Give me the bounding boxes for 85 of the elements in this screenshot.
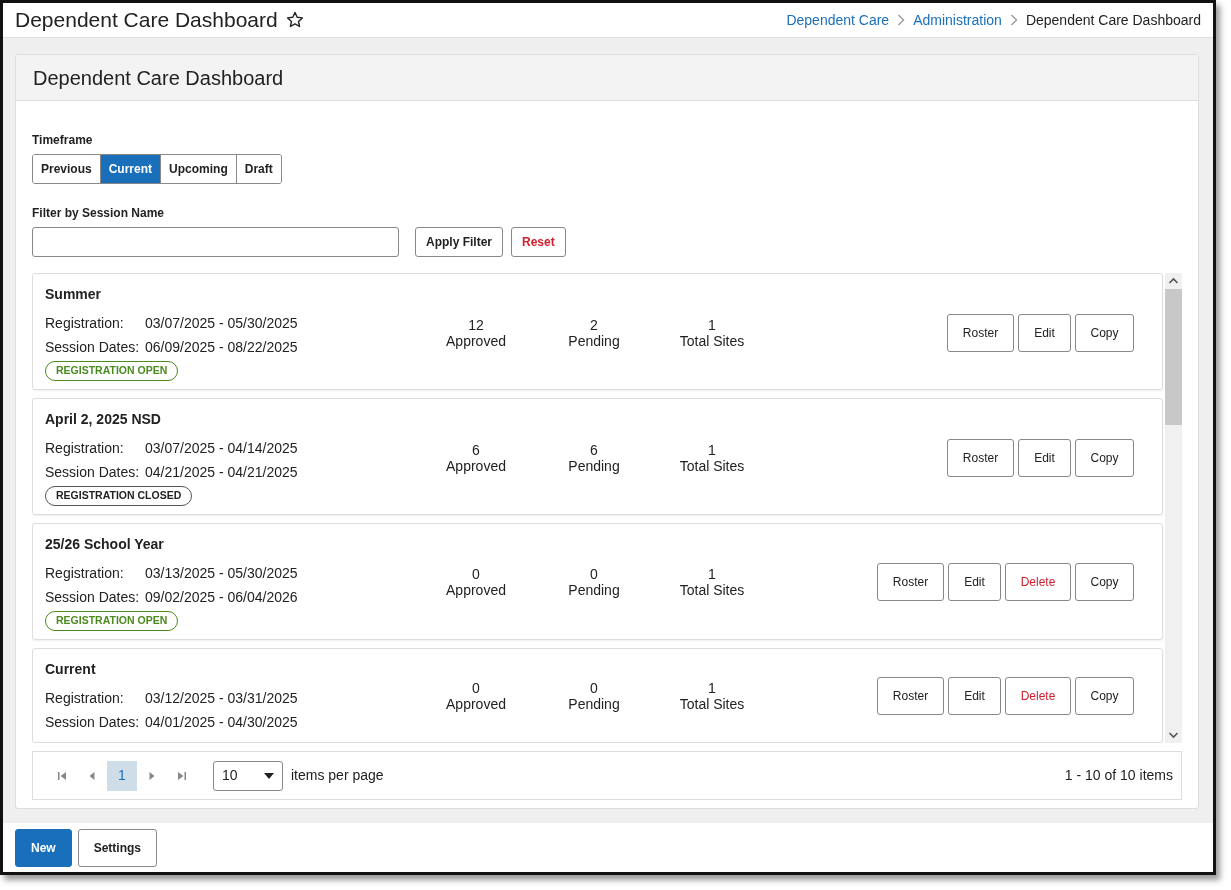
session-dates-label: Session Dates:: [45, 463, 141, 483]
action-button[interactable]: Edit: [1018, 438, 1071, 477]
registration-label: Registration:: [45, 563, 125, 583]
session-name: Current: [45, 659, 97, 679]
registration-label: Registration:: [45, 439, 125, 459]
stat-label: Approved: [445, 457, 507, 474]
footer-button[interactable]: Settings: [77, 828, 158, 867]
stat-value: 6: [471, 441, 481, 458]
action-button[interactable]: Copy: [1075, 677, 1134, 716]
session-name: April 2, 2025 NSD: [45, 410, 162, 430]
stat-value: 0: [471, 566, 481, 583]
stat-label: Approved: [445, 582, 507, 599]
chevron-icon: [897, 14, 906, 27]
stat-value: 6: [589, 441, 599, 458]
chevron-icon: [1009, 14, 1018, 27]
action-button[interactable]: Delete: [1005, 677, 1071, 716]
footer-button[interactable]: New: [15, 828, 72, 867]
action-button[interactable]: Edit: [948, 677, 1001, 716]
action-button[interactable]: Roster: [877, 563, 944, 602]
stat-value: 1: [707, 316, 717, 333]
stat-label: Total Sites: [678, 582, 746, 599]
session-dates: 04/21/2025 - 04/21/2025: [145, 463, 298, 483]
session-dates-label: Session Dates:: [45, 338, 141, 358]
next-page-icon[interactable]: [147, 770, 157, 781]
session-dates: 04/01/2025 - 04/30/2025: [145, 712, 298, 732]
action-button[interactable]: Roster: [947, 313, 1014, 352]
registration-dates: 03/07/2025 - 04/14/2025: [145, 439, 298, 459]
apply-filter-button[interactable]: Apply Filter: [415, 227, 503, 258]
stat-label: Approved: [445, 332, 507, 349]
panel-title: Dependent Care Dashboard: [16, 55, 1198, 102]
stat-label: Pending: [567, 582, 621, 599]
session-dates: 06/09/2025 - 08/22/2025: [145, 338, 298, 358]
stat-value: 1: [707, 566, 717, 583]
action-button[interactable]: Edit: [1018, 313, 1071, 352]
stat-label: Pending: [567, 696, 621, 713]
timeframe-tab[interactable]: Current: [99, 155, 161, 184]
last-page-icon[interactable]: [177, 770, 187, 781]
items-per-page-label: items per page: [291, 766, 384, 786]
stat-value: 0: [589, 680, 599, 697]
star-icon[interactable]: [285, 11, 304, 30]
reset-button[interactable]: Reset: [511, 227, 566, 258]
action-button[interactable]: Copy: [1075, 438, 1134, 477]
registration-dates: 03/13/2025 - 05/30/2025: [145, 563, 298, 583]
breadcrumb-link[interactable]: Dependent Care: [786, 9, 890, 31]
registration-label: Registration:: [45, 314, 125, 334]
stat-value: 0: [589, 566, 599, 583]
breadcrumb-current: Dependent Care Dashboard: [1025, 10, 1201, 30]
stat-label: Approved: [445, 696, 507, 713]
action-button[interactable]: Copy: [1075, 313, 1134, 352]
action-button[interactable]: Edit: [948, 563, 1001, 602]
registration-dates: 03/07/2025 - 05/30/2025: [145, 314, 298, 334]
stat-value: 1: [707, 441, 717, 458]
first-page-icon[interactable]: [57, 770, 67, 781]
registration-label: Registration:: [45, 688, 125, 708]
session-name: 25/26 School Year: [45, 534, 165, 554]
session-name: Summer: [45, 285, 103, 305]
page-title: Dependent Care Dashboard: [15, 7, 278, 34]
action-button[interactable]: Roster: [877, 677, 944, 716]
stat-value: 2: [589, 316, 599, 333]
stat-value: 0: [471, 680, 481, 697]
action-button[interactable]: Delete: [1005, 563, 1071, 602]
pager-summary: 1 - 10 of 10 items: [1064, 766, 1173, 786]
session-dates-label: Session Dates:: [45, 712, 141, 732]
stat-value: 1: [707, 680, 717, 697]
breadcrumb-link[interactable]: Administration: [913, 9, 1002, 31]
current-page[interactable]: 1: [107, 760, 137, 791]
stat-value: 12: [467, 316, 485, 333]
action-button[interactable]: Copy: [1075, 563, 1134, 602]
stat-label: Total Sites: [678, 696, 746, 713]
stat-label: Total Sites: [678, 332, 746, 349]
registration-dates: 03/12/2025 - 03/31/2025: [145, 688, 298, 708]
timeframe-tab[interactable]: Draft: [235, 155, 281, 184]
caret-icon: [264, 771, 274, 780]
action-button[interactable]: Roster: [947, 438, 1014, 477]
scrollbar[interactable]: [1165, 273, 1182, 744]
filter-input-field[interactable]: [32, 227, 399, 258]
session-dates: 09/02/2025 - 06/04/2026: [145, 587, 298, 607]
session-dates-label: Session Dates:: [45, 587, 141, 607]
filter-label: Filter by Session Name: [32, 205, 166, 223]
stat-label: Pending: [567, 332, 621, 349]
page-size-dropdown[interactable]: 10: [213, 760, 283, 791]
stat-label: Pending: [567, 457, 621, 474]
previous-page-icon[interactable]: [87, 770, 97, 781]
timeframe-label: Timeframe: [32, 132, 94, 150]
stat-label: Total Sites: [678, 457, 746, 474]
